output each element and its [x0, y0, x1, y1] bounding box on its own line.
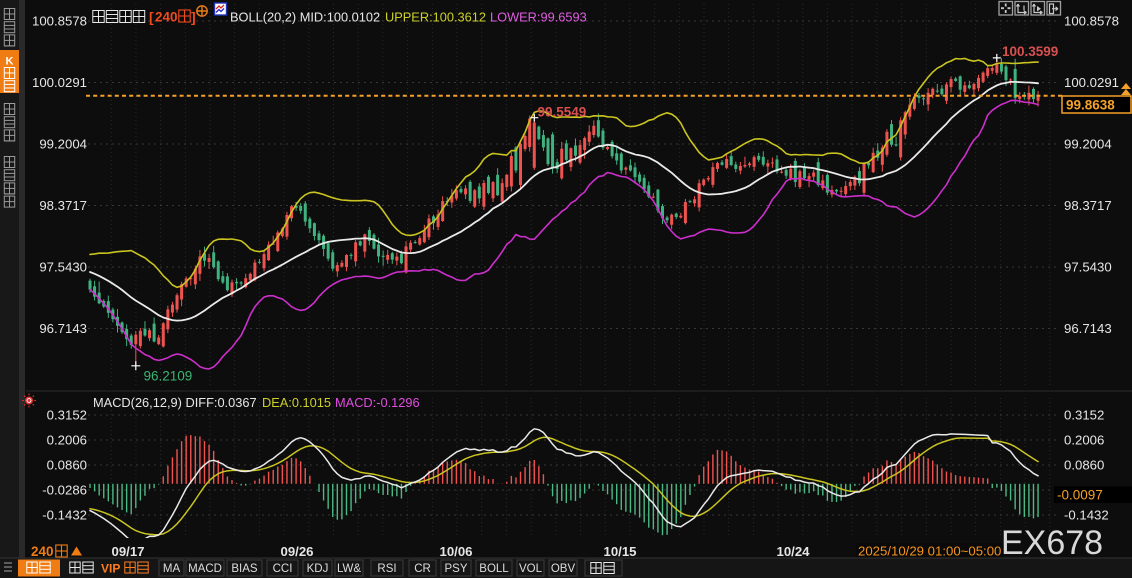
svg-text:-0.0286: -0.0286 — [42, 483, 87, 498]
svg-text:2025/10/29 01:00~05:00: 2025/10/29 01:00~05:00 — [858, 544, 1001, 559]
svg-text:0.0860: 0.0860 — [47, 458, 87, 473]
svg-text:09/17: 09/17 — [111, 544, 144, 559]
svg-text:98.3717: 98.3717 — [39, 198, 87, 213]
svg-text:100.0291: 100.0291 — [1064, 75, 1119, 90]
svg-text:97.5430: 97.5430 — [39, 260, 87, 275]
svg-text:KDJ: KDJ — [307, 563, 329, 575]
svg-text:0.3152: 0.3152 — [47, 408, 87, 423]
svg-text:CCI: CCI — [273, 563, 293, 575]
svg-text:0.2006: 0.2006 — [1064, 433, 1104, 448]
svg-text:VOL: VOL — [519, 563, 543, 575]
svg-text:BOLL(20,2) MID:100.0102: BOLL(20,2) MID:100.0102 — [230, 10, 380, 25]
svg-text:0.3152: 0.3152 — [1064, 408, 1104, 423]
svg-text:[: [ — [149, 9, 154, 25]
svg-text:99.2004: 99.2004 — [1064, 137, 1112, 152]
svg-text:MACD:-0.1296: MACD:-0.1296 — [335, 395, 420, 410]
svg-text:99.8638: 99.8638 — [1066, 98, 1115, 113]
svg-text:100.8578: 100.8578 — [32, 14, 87, 29]
svg-text:100.8578: 100.8578 — [1064, 14, 1119, 29]
svg-text:-0.1432: -0.1432 — [42, 508, 87, 523]
svg-text:99.2004: 99.2004 — [39, 137, 87, 152]
svg-text:240: 240 — [31, 544, 54, 559]
svg-text:09/26: 09/26 — [280, 544, 313, 559]
svg-text:10/15: 10/15 — [603, 544, 636, 559]
svg-text:LOWER:99.6593: LOWER:99.6593 — [490, 10, 587, 25]
svg-text:K: K — [6, 56, 14, 68]
svg-text:UPPER:100.3612: UPPER:100.3612 — [385, 10, 486, 25]
svg-text:10/06: 10/06 — [439, 544, 472, 559]
svg-text:OBV: OBV — [551, 563, 576, 575]
svg-text:]: ] — [191, 9, 196, 25]
svg-text:240: 240 — [155, 10, 178, 25]
svg-text:10/24: 10/24 — [776, 544, 810, 559]
svg-text:BIAS: BIAS — [231, 563, 258, 575]
svg-text:VIP: VIP — [101, 562, 120, 576]
svg-text:RSI: RSI — [377, 563, 396, 575]
svg-text:-0.0097: -0.0097 — [1057, 488, 1103, 503]
svg-text:PSY: PSY — [444, 563, 467, 575]
svg-text:MA: MA — [163, 563, 181, 575]
svg-text:BOLL: BOLL — [479, 563, 509, 575]
svg-text:98.3717: 98.3717 — [1064, 198, 1112, 213]
svg-text:99.5549: 99.5549 — [538, 105, 587, 120]
svg-text:100.3599: 100.3599 — [1002, 44, 1058, 59]
svg-text:0.2006: 0.2006 — [47, 433, 87, 448]
svg-text:97.5430: 97.5430 — [1064, 260, 1112, 275]
svg-text:100.0291: 100.0291 — [32, 75, 87, 90]
svg-text:MACD(26,12,9) DIFF:0.0367: MACD(26,12,9) DIFF:0.0367 — [93, 395, 257, 410]
svg-text:96.2109: 96.2109 — [144, 369, 193, 384]
svg-text:LW&: LW& — [337, 563, 361, 575]
svg-text:DEA:0.1015: DEA:0.1015 — [262, 395, 331, 410]
svg-text:EX678: EX678 — [1001, 524, 1103, 562]
svg-text:0.0860: 0.0860 — [1064, 458, 1104, 473]
svg-text:MACD: MACD — [188, 563, 222, 575]
svg-text:96.7143: 96.7143 — [39, 321, 87, 336]
svg-text:96.7143: 96.7143 — [1064, 321, 1112, 336]
svg-text:-0.1432: -0.1432 — [1064, 508, 1109, 523]
svg-text:CR: CR — [414, 563, 431, 575]
